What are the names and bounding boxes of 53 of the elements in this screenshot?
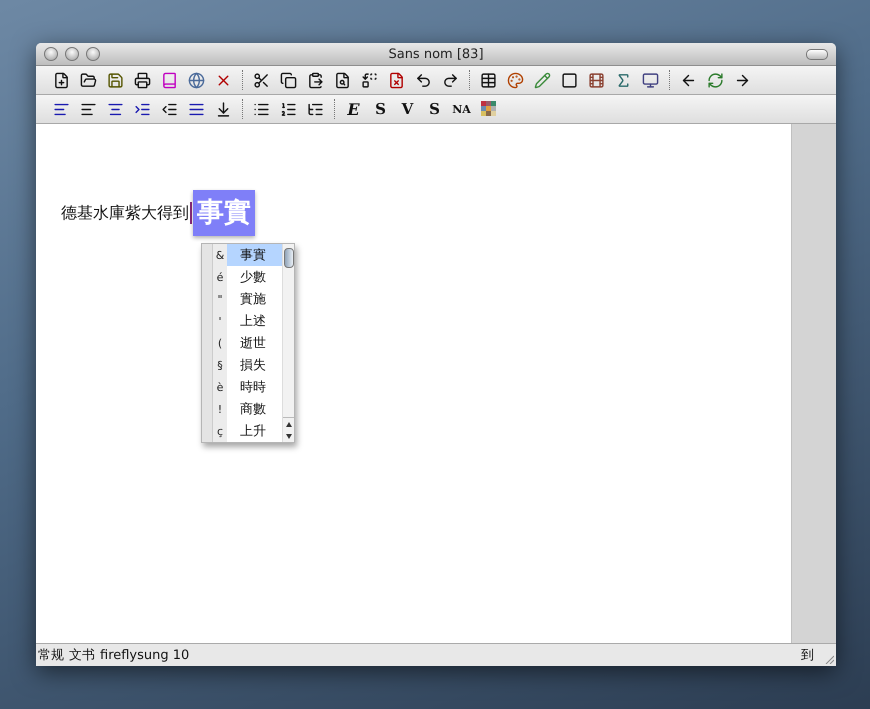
undo-icon	[415, 72, 432, 88]
scrollbar[interactable]	[282, 244, 294, 442]
frame-icon	[561, 72, 578, 88]
candidate-key: é	[213, 266, 227, 288]
folder-icon	[80, 72, 97, 88]
candidate-key: è	[213, 376, 227, 398]
clipboard-icon	[307, 72, 324, 88]
status-indicator: 到	[801, 647, 814, 664]
search-icon	[334, 72, 351, 88]
close-button[interactable]	[44, 47, 58, 61]
composition-text: 事實	[193, 190, 255, 236]
globe-icon	[188, 72, 205, 88]
scroll-thumb[interactable]	[284, 248, 294, 268]
style-button[interactable]: V	[396, 98, 419, 120]
style-button[interactable]: S	[369, 98, 392, 120]
film-icon	[588, 72, 605, 88]
candidate-key: ç	[213, 420, 227, 442]
refresh-icon	[707, 72, 724, 88]
style-button[interactable]: NA	[450, 98, 473, 120]
scissors-icon	[253, 72, 270, 88]
candidate-key: "	[213, 288, 227, 310]
palette-icon	[507, 72, 524, 88]
scroll-down-icon[interactable]	[286, 434, 292, 438]
status-font: fireflysung 10	[100, 648, 190, 662]
style-button[interactable]: E	[342, 98, 365, 120]
redo-icon	[442, 72, 459, 88]
candidate-key: &	[213, 244, 227, 266]
new-document-icon	[53, 72, 70, 88]
candidate-key: !	[213, 398, 227, 420]
candidate-key: (	[213, 332, 227, 354]
candidate-item[interactable]: 事實	[227, 244, 282, 266]
toolbar-toggle-button[interactable]	[806, 48, 828, 60]
status-style: 常规	[38, 647, 64, 664]
scroll-up-icon[interactable]	[286, 422, 292, 426]
numbered-list-icon	[280, 100, 297, 118]
monitor-icon	[642, 72, 659, 88]
candidate-key: '	[213, 310, 227, 332]
table-icon	[480, 72, 497, 88]
document-text: 德基水庫紫大得到	[61, 202, 189, 224]
pencil-icon	[534, 72, 551, 88]
printer-icon	[134, 72, 151, 88]
status-mode: 文书	[69, 647, 95, 664]
zoom-button[interactable]	[86, 47, 100, 61]
text-cursor	[190, 202, 192, 224]
copy-icon	[280, 72, 297, 88]
minimize-button[interactable]	[65, 47, 79, 61]
book-icon	[161, 72, 178, 88]
document-cross-icon	[388, 72, 405, 88]
resize-grip-icon[interactable]	[824, 654, 834, 664]
color-grid-icon	[480, 101, 496, 117]
window-title: Sans nom [83]	[388, 46, 484, 62]
candidate-key: §	[213, 354, 227, 376]
style-button[interactable]: S	[423, 98, 446, 120]
